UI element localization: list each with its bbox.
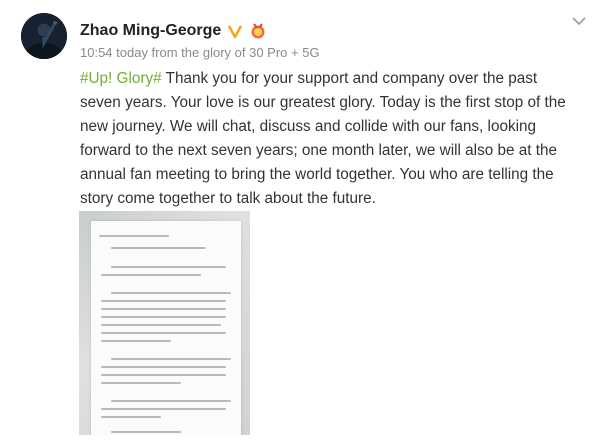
post-body: Thank you for your support and company o… (80, 70, 566, 207)
verified-badge-icon (227, 23, 243, 39)
post-content: #Up! Glory# Thank you for your support a… (80, 67, 580, 211)
letter-paper (91, 221, 241, 435)
author-row: Zhao Ming-George (80, 22, 267, 40)
post-meta: 10:54 today from the glory of 30 Pro + 5… (80, 45, 320, 60)
letter-image[interactable] (79, 211, 250, 435)
author-name[interactable]: Zhao Ming-George (80, 22, 221, 40)
avatar[interactable] (21, 13, 67, 59)
hashtag-link[interactable]: #Up! Glory# (80, 70, 162, 87)
medal-icon (249, 22, 267, 40)
chevron-down-icon[interactable] (570, 14, 588, 28)
weibo-post: Zhao Ming-George 10:54 today from the gl… (0, 0, 600, 447)
